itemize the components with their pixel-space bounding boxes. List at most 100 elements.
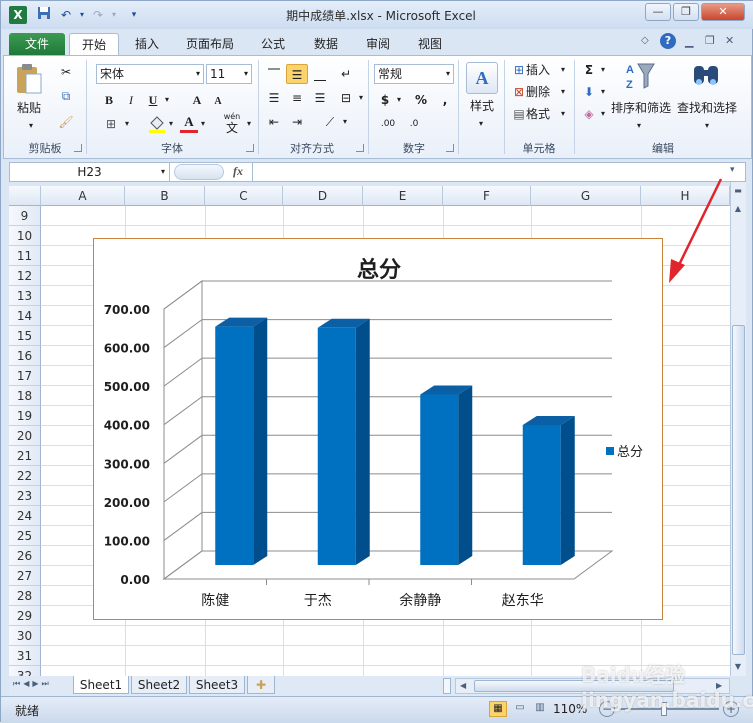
row-header-18[interactable]: 18	[9, 386, 41, 406]
sort-filter-dropdown-icon[interactable]: ▾	[634, 116, 644, 136]
insert-dropdown-icon[interactable]: ▾	[558, 60, 568, 80]
row-header-13[interactable]: 13	[9, 286, 41, 306]
align-left-icon[interactable]: ☰	[264, 88, 284, 108]
merge-center-icon[interactable]: ⊟	[336, 88, 356, 108]
find-select-icon[interactable]	[690, 60, 722, 92]
chart-title[interactable]: 总分	[357, 257, 401, 283]
row-header-32[interactable]: 32	[9, 666, 41, 676]
workbook-close-icon[interactable]: ✕	[725, 34, 734, 47]
row-header-17[interactable]: 17	[9, 366, 41, 386]
row-header-16[interactable]: 16	[9, 346, 41, 366]
row-header-28[interactable]: 28	[9, 586, 41, 606]
format-cells-button[interactable]: 格式	[526, 104, 558, 124]
bold-button[interactable]: B	[100, 90, 118, 110]
row-header-25[interactable]: 25	[9, 526, 41, 546]
font-color-icon[interactable]: A	[180, 114, 198, 134]
row-header-19[interactable]: 19	[9, 406, 41, 426]
tab-home[interactable]: 开始	[69, 33, 119, 55]
increase-indent-icon[interactable]: ⇥	[286, 112, 308, 132]
row-header-21[interactable]: 21	[9, 446, 41, 466]
fill-color-dropdown-icon[interactable]: ▾	[166, 114, 176, 134]
find-select-button[interactable]: 查找和选择	[674, 98, 740, 118]
merge-dropdown-icon[interactable]: ▾	[356, 88, 366, 108]
paste-dropdown-icon[interactable]: ▾	[26, 116, 36, 136]
sheet-tab-sheet3[interactable]: Sheet3	[189, 676, 245, 694]
close-button[interactable]: ✕	[701, 3, 745, 21]
grow-font-button[interactable]: A	[188, 90, 206, 110]
borders-icon[interactable]: ⊞	[100, 114, 122, 134]
wrap-text-icon[interactable]: ↵	[336, 64, 356, 84]
font-launcher-icon[interactable]	[246, 144, 254, 152]
insert-cells-button[interactable]: 插入	[526, 60, 558, 80]
phonetic-guide-icon[interactable]: wén 文	[220, 112, 244, 136]
legend-label[interactable]: 总分	[617, 445, 643, 460]
row-header-27[interactable]: 27	[9, 566, 41, 586]
column-header-g[interactable]: G	[531, 186, 641, 206]
fill-dropdown-icon[interactable]: ▾	[598, 82, 608, 102]
workbook-minimize-icon[interactable]: ▁	[685, 35, 693, 48]
tab-formulas[interactable]: 公式	[253, 33, 293, 55]
styles-icon[interactable]: A	[466, 62, 498, 94]
tab-insert[interactable]: 插入	[127, 33, 167, 55]
font-name-select[interactable]: 宋体 ▾	[96, 64, 204, 84]
page-layout-view-icon[interactable]: ▭	[511, 701, 529, 717]
underline-button[interactable]: U	[144, 90, 162, 110]
styles-dropdown-icon[interactable]: ▾	[476, 114, 486, 134]
sheet-tab-sheet1[interactable]: Sheet1	[73, 676, 129, 694]
tab-split-handle[interactable]	[443, 678, 451, 694]
name-box[interactable]: H23 ▾	[10, 163, 170, 181]
align-bottom-icon[interactable]: ⎽	[310, 64, 330, 84]
tab-review[interactable]: 审阅	[358, 33, 398, 55]
fill-color-icon[interactable]	[148, 114, 166, 134]
column-header-f[interactable]: F	[443, 186, 531, 206]
column-header-b[interactable]: B	[125, 186, 205, 206]
scroll-left-icon[interactable]: ◀	[460, 681, 466, 690]
row-header-15[interactable]: 15	[9, 326, 41, 346]
column-header-a[interactable]: A	[41, 186, 125, 206]
column-header-c[interactable]: C	[205, 186, 283, 206]
bar-余静静[interactable]	[420, 385, 473, 565]
row-header-10[interactable]: 10	[9, 226, 41, 246]
normal-view-icon[interactable]: ▦	[489, 701, 507, 717]
decrease-decimal-button[interactable]: .0	[402, 114, 426, 134]
format-dropdown-icon[interactable]: ▾	[558, 104, 568, 124]
align-center-icon[interactable]: ≡	[286, 88, 308, 108]
excel-logo-icon[interactable]: X	[9, 6, 27, 24]
delete-dropdown-icon[interactable]: ▾	[558, 82, 568, 102]
row-header-23[interactable]: 23	[9, 486, 41, 506]
find-select-dropdown-icon[interactable]: ▾	[702, 116, 712, 136]
vertical-scrollbar[interactable]: ▬ ▲ ▼	[730, 182, 746, 676]
row-header-20[interactable]: 20	[9, 426, 41, 446]
help-icon[interactable]: ?	[660, 33, 676, 49]
number-format-select[interactable]: 常规 ▾	[374, 64, 454, 84]
shrink-font-button[interactable]: A	[210, 92, 226, 112]
styles-button[interactable]: 样式	[460, 96, 504, 116]
autosum-button[interactable]: Σ	[580, 60, 598, 80]
number-launcher-icon[interactable]	[446, 144, 454, 152]
row-header-30[interactable]: 30	[9, 626, 41, 646]
minimize-ribbon-icon[interactable]: ◇	[641, 35, 649, 46]
clipboard-launcher-icon[interactable]	[74, 144, 82, 152]
orientation-dropdown-icon[interactable]: ▾	[340, 112, 350, 132]
orientation-icon[interactable]: ⟋	[320, 112, 340, 132]
tab-file[interactable]: 文件	[9, 33, 65, 55]
align-top-icon[interactable]: ⎺	[264, 64, 284, 84]
sheet-nav-icons[interactable]: ⏮◀▶⏭	[13, 679, 52, 689]
underline-dropdown-icon[interactable]: ▾	[162, 90, 172, 110]
comma-button[interactable]: ,	[436, 90, 454, 110]
align-middle-icon[interactable]: ☰	[286, 64, 308, 84]
row-header-14[interactable]: 14	[9, 306, 41, 326]
autosum-dropdown-icon[interactable]: ▾	[598, 60, 608, 80]
restore-button[interactable]: ❐	[673, 3, 699, 21]
sheet-tab-sheet2[interactable]: Sheet2	[131, 676, 187, 694]
bar-陈健[interactable]	[215, 317, 268, 565]
phonetic-dropdown-icon[interactable]: ▾	[244, 114, 254, 134]
row-header-12[interactable]: 12	[9, 266, 41, 286]
cut-icon[interactable]: ✂	[56, 62, 76, 82]
decrease-indent-icon[interactable]: ⇤	[264, 112, 284, 132]
sort-filter-button[interactable]: 排序和筛选	[608, 98, 674, 118]
row-header-31[interactable]: 31	[9, 646, 41, 666]
tab-view[interactable]: 视图	[410, 33, 450, 55]
align-right-icon[interactable]: ☰	[310, 88, 330, 108]
fill-down-icon[interactable]: ⬇	[580, 82, 598, 102]
